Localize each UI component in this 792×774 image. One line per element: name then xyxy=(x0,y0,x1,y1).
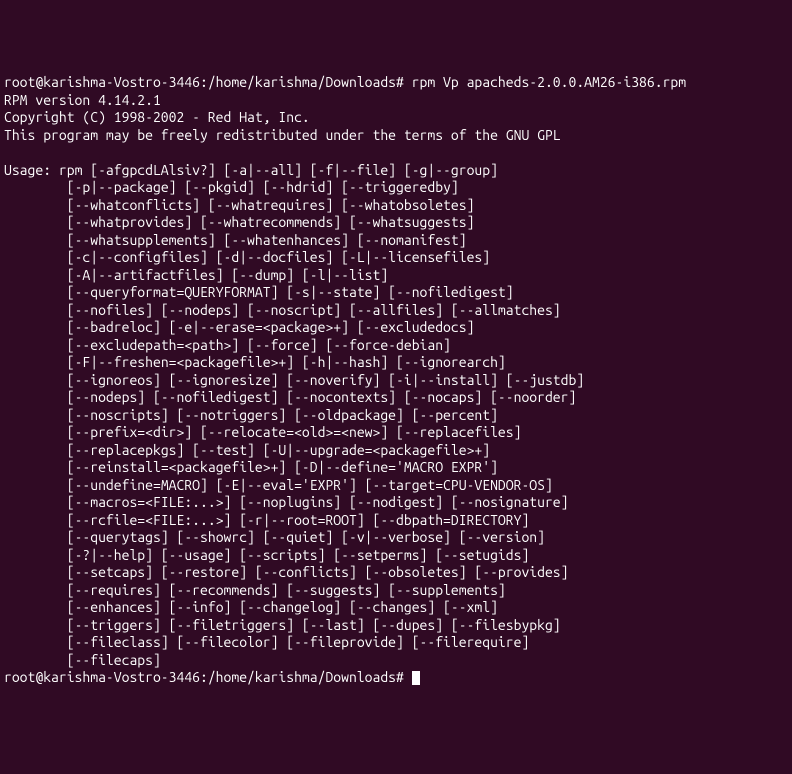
copyright-line: Copyright (C) 1998-2002 - Red Hat, Inc. xyxy=(4,109,310,125)
prompt-line-2[interactable]: root@karishma-Vostro-3446:/home/karishma… xyxy=(4,669,420,685)
license-line: This program may be freely redistributed… xyxy=(4,127,561,143)
usage-line: [-?|--help] [--usage] [--scripts] [--set… xyxy=(67,547,530,563)
usage-line: [-c|--configfiles] [-d|--docfiles] [-L|-… xyxy=(67,249,490,265)
usage-line: [--fileclass] [--filecolor] [--fileprovi… xyxy=(67,634,530,650)
user-host: root@karishma-Vostro-3446 xyxy=(4,74,200,90)
usage-line: [--rcfile=<FILE:...>] [-r|--root=ROOT] [… xyxy=(67,512,530,528)
usage-line: [--badreloc] [-e|--erase=<package>+] [--… xyxy=(67,319,475,335)
usage-line: [--nofiles] [--nodeps] [--noscript] [--a… xyxy=(67,302,561,318)
usage-line: [--noscripts] [--notriggers] [--oldpacka… xyxy=(67,407,498,423)
command-input[interactable] xyxy=(404,669,412,685)
version-line: RPM version 4.14.2.1 xyxy=(4,92,161,108)
usage-line: [--ignoreos] [--ignoresize] [--noverify]… xyxy=(67,372,584,388)
usage-line: [--triggers] [--filetriggers] [--last] [… xyxy=(67,617,561,633)
prompt-path: :/home/karishma/Downloads# xyxy=(200,74,404,90)
usage-label: Usage: xyxy=(4,162,59,178)
terminal-output: root@karishma-Vostro-3446:/home/karishma… xyxy=(4,74,788,687)
usage-line: [--macros=<FILE:...>] [--noplugins] [--n… xyxy=(67,494,569,510)
usage-line: [--whatsupplements] [--whatenhances] [--… xyxy=(67,232,467,248)
usage-line: [--reinstall=<packagefile>+] [-D|--defin… xyxy=(67,459,498,475)
usage-line: [--undefine=MACRO] [-E|--eval='EXPR'] [-… xyxy=(67,477,553,493)
usage-line: [--querytags] [--showrc] [--quiet] [-v|-… xyxy=(67,529,545,545)
user-host: root@karishma-Vostro-3446 xyxy=(4,669,200,685)
usage-line: [--nodeps] [--nofiledigest] [--nocontext… xyxy=(67,389,577,405)
usage-line: [-A|--artifactfiles] [--dump] [-l|--list… xyxy=(67,267,388,283)
usage-line: [--excludepath=<path>] [--force] [--forc… xyxy=(67,337,451,353)
usage-line: [--whatconflicts] [--whatrequires] [--wh… xyxy=(67,197,475,213)
usage-line: rpm [-afgpcdLAlsiv?] [-a|--all] [-f|--fi… xyxy=(59,162,498,178)
usage-line: [--filecaps] xyxy=(67,652,161,668)
usage-line: [--queryformat=QUERYFORMAT] [-s|--state]… xyxy=(67,284,514,300)
usage-line: [--requires] [--recommends] [--suggests]… xyxy=(67,582,506,598)
prompt-path: :/home/karishma/Downloads# xyxy=(200,669,404,685)
usage-line: [--whatprovides] [--whatrecommends] [--w… xyxy=(67,214,475,230)
cursor xyxy=(412,671,420,685)
usage-line: [-p|--package] [--pkgid] [--hdrid] [--tr… xyxy=(67,179,459,195)
usage-line: [-F|--freshen=<packagefile>+] [-h|--hash… xyxy=(67,354,506,370)
command-text: rpm Vp apacheds-2.0.0.AM26-i386.rpm xyxy=(404,74,686,90)
prompt-line-1: root@karishma-Vostro-3446:/home/karishma… xyxy=(4,74,686,90)
usage-line: [--prefix=<dir>] [--relocate=<old>=<new>… xyxy=(67,424,522,440)
usage-line: [--enhances] [--info] [--changelog] [--c… xyxy=(67,599,498,615)
usage-line: [--setcaps] [--restore] [--conflicts] [-… xyxy=(67,564,569,580)
usage-line: [--replacepkgs] [--test] [-U|--upgrade=<… xyxy=(67,442,490,458)
